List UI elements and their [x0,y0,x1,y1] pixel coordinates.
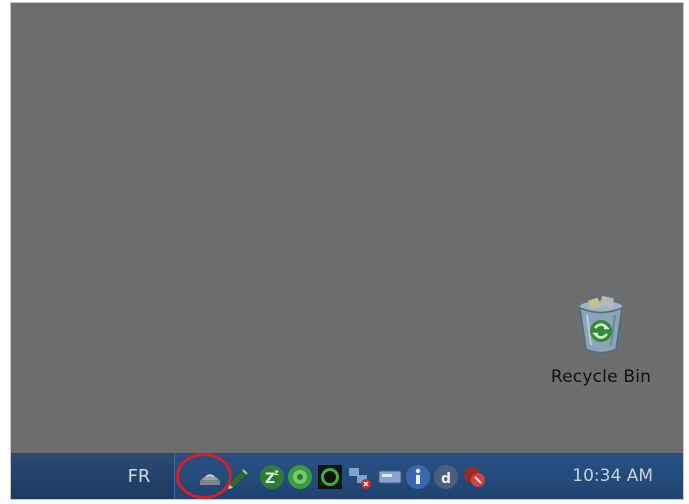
svg-text:d: d [441,471,451,487]
red-shield-tray-icon[interactable] [461,464,487,490]
desktop-screen: Recycle Bin FR Z z d 10:34 AM [10,2,684,500]
system-tray: Z z d 10:34 AM [174,453,683,499]
network-disconnected-tray-icon[interactable] [347,464,373,490]
zz-sleep-tray-icon[interactable]: Z z [259,464,285,490]
recycle-bin-shortcut[interactable]: Recycle Bin [541,295,661,405]
card-tray-icon[interactable] [377,464,403,490]
black-o-tray-icon[interactable] [317,464,343,490]
language-indicator[interactable]: FR [109,453,169,499]
recycle-bin-icon [578,295,624,354]
recycle-bin-label: Recycle Bin [550,367,652,387]
taskbar: FR Z z d 10:34 AM [11,453,683,499]
taskbar-clock[interactable]: 10:34 AM [572,453,653,499]
d-app-tray-icon[interactable]: d [433,464,459,490]
svg-text:z: z [274,468,279,477]
green-circle-tray-icon[interactable] [287,464,313,490]
highlight-circle [176,453,232,499]
info-tray-icon[interactable] [405,464,431,490]
